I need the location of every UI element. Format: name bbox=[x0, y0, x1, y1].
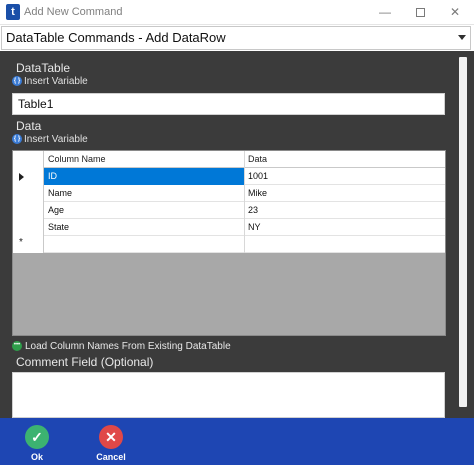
minimize-button[interactable]: — bbox=[366, 0, 404, 25]
cancel-button[interactable]: ✕ Cancel bbox=[91, 425, 131, 462]
row-header[interactable] bbox=[13, 168, 44, 185]
row-header[interactable] bbox=[13, 202, 44, 219]
load-columns-icon: ••• bbox=[12, 341, 22, 352]
close-window-button[interactable]: ✕ bbox=[436, 0, 474, 25]
comment-field-input[interactable] bbox=[12, 372, 445, 418]
window-title: Add New Command bbox=[24, 6, 123, 18]
data-insert-variable-link[interactable]: { } Insert Variable bbox=[12, 134, 88, 145]
grid-cell-data[interactable] bbox=[245, 236, 445, 253]
column-header-name[interactable]: Column Name bbox=[44, 151, 245, 168]
chevron-down-icon bbox=[458, 35, 466, 40]
table-row[interactable]: Name Mike bbox=[13, 185, 445, 202]
row-header[interactable] bbox=[13, 185, 44, 202]
grid-header-row: Column Name Data bbox=[13, 151, 445, 168]
table-row[interactable]: Age 23 bbox=[13, 202, 445, 219]
grid-cell-data[interactable]: 23 bbox=[245, 202, 445, 219]
ok-label: Ok bbox=[30, 452, 43, 462]
grid-cell-column-name[interactable] bbox=[44, 236, 245, 253]
grid-cell-data[interactable]: 1001 bbox=[245, 168, 445, 185]
grid-cell-column-name[interactable]: State bbox=[44, 219, 245, 236]
load-column-names-label: Load Column Names From Existing DataTabl… bbox=[25, 341, 231, 352]
command-selector-value: DataTable Commands - Add DataRow bbox=[6, 30, 226, 45]
checkmark-icon: ✓ bbox=[25, 425, 49, 449]
command-selector[interactable]: DataTable Commands - Add DataRow bbox=[1, 26, 471, 50]
new-row-marker: * bbox=[19, 237, 23, 248]
grid-cell-column-name[interactable]: ID bbox=[44, 168, 245, 185]
vertical-scrollbar[interactable] bbox=[456, 51, 470, 418]
maximize-button[interactable] bbox=[401, 0, 439, 25]
ok-button[interactable]: ✓ Ok bbox=[17, 425, 57, 462]
new-row[interactable]: * bbox=[13, 236, 445, 253]
row-header[interactable] bbox=[13, 219, 44, 236]
insert-variable-label: Insert Variable bbox=[24, 76, 88, 87]
datatable-label: DataTable bbox=[16, 61, 71, 75]
datatable-insert-variable-link[interactable]: { } Insert Variable bbox=[12, 76, 88, 87]
datatable-name-input[interactable]: Table1 bbox=[12, 93, 445, 115]
cancel-label: Cancel bbox=[96, 452, 126, 462]
table-row[interactable]: State NY bbox=[13, 219, 445, 236]
insert-variable-label: Insert Variable bbox=[24, 134, 88, 145]
grid-cell-data[interactable]: NY bbox=[245, 219, 445, 236]
grid-cell-column-name[interactable]: Name bbox=[44, 185, 245, 202]
data-grid[interactable]: Column Name Data ID 1001 Name Mike Age 2… bbox=[12, 150, 446, 336]
grid-corner-cell[interactable] bbox=[13, 151, 44, 168]
maximize-icon bbox=[415, 8, 425, 18]
window-titlebar: t Add New Command — ✕ bbox=[0, 0, 474, 25]
close-icon: ✕ bbox=[99, 425, 123, 449]
row-header[interactable]: * bbox=[13, 236, 44, 253]
table-row[interactable]: ID 1001 bbox=[13, 168, 445, 185]
scrollbar-thumb[interactable] bbox=[459, 57, 467, 407]
data-label: Data bbox=[16, 119, 42, 133]
load-column-names-link[interactable]: ••• Load Column Names From Existing DataT… bbox=[12, 341, 231, 352]
grid-cell-data[interactable]: Mike bbox=[245, 185, 445, 202]
app-logo-icon: t bbox=[6, 4, 20, 20]
current-row-indicator-icon bbox=[19, 173, 24, 181]
variable-braces-icon: { } bbox=[12, 134, 22, 145]
comment-field-label: Comment Field (Optional) bbox=[16, 355, 154, 369]
column-header-data[interactable]: Data bbox=[245, 151, 445, 168]
variable-braces-icon: { } bbox=[12, 76, 22, 87]
grid-cell-column-name[interactable]: Age bbox=[44, 202, 245, 219]
action-bar: ✓ Ok ✕ Cancel bbox=[0, 418, 474, 465]
